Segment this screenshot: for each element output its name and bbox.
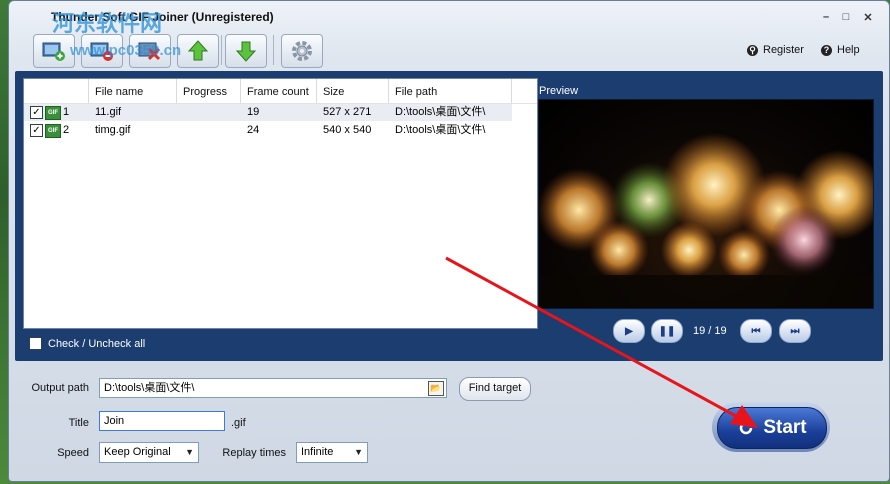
row-checkbox[interactable]: ✓ [30,124,43,137]
skip-back-icon: ⏮ [751,325,761,337]
row-index: 2 [63,124,70,136]
pause-button[interactable]: ❚❚ [651,319,683,343]
watermark-logo: 河东软件网 [6,6,162,38]
start-button[interactable]: Start [717,407,827,449]
speed-value: Keep Original [104,446,171,458]
column-header-check[interactable] [24,79,89,103]
row-size: 540 x 540 [323,124,372,136]
row-progress [177,104,241,121]
table-row[interactable]: ✓ GIF 2 timg.gif 24 540 x 540 D:\tools\桌… [24,122,512,139]
title-extension: .gif [231,417,246,429]
frame-counter: 19 / 19 [693,325,727,337]
refresh-icon [740,420,753,435]
watermark-text: 河东软件网 [52,11,163,36]
output-path-label: Output path [31,382,90,394]
move-down-icon [235,41,257,62]
move-down-button[interactable] [225,34,267,68]
toolbar-separator [221,35,222,65]
toolbar-separator [273,35,274,65]
row-file-name: 11.gif [95,106,122,118]
column-header-progress[interactable]: Progress [177,79,241,103]
chevron-down-icon: ▼ [185,447,194,457]
table-row[interactable]: ✓ GIF 1 11.gif 19 527 x 271 D:\tools\桌面\… [24,104,512,121]
replay-times-value: Infinite [301,446,334,458]
row-progress [177,122,241,139]
app-window: Thunder Soft GIF Joiner (Unregistered) –… [8,0,890,482]
row-file-path: D:\tools\桌面\文件\ [395,106,486,118]
watermark-url: www.pc0359.cn [70,42,182,59]
help-link[interactable]: ? Help [821,44,860,56]
chevron-down-icon: ▼ [354,447,363,457]
minimize-button[interactable]: – [819,11,833,23]
settings-icon [292,41,312,61]
row-file-path: D:\tools\桌面\文件\ [395,124,486,136]
speed-label: Speed [57,447,89,459]
replay-times-select[interactable]: Infinite ▼ [296,442,368,463]
row-checkbox[interactable]: ✓ [30,106,43,119]
start-label: Start [763,417,807,438]
move-up-icon [187,40,209,61]
add-gif-button[interactable] [33,34,75,68]
maximize-button[interactable]: □ [839,11,853,23]
replay-times-label: Replay times [222,447,286,459]
key-icon: ⚲ [747,44,758,56]
speed-select[interactable]: Keep Original ▼ [99,442,199,463]
file-list[interactable]: File name Progress Frame count Size File… [23,78,538,329]
row-frame-count: 24 [247,124,260,136]
move-up-button[interactable] [177,34,219,68]
skip-forward-icon: ⏭ [790,325,800,337]
column-header-file-path[interactable]: File path [389,79,512,103]
row-frame-count: 19 [247,106,260,118]
fireworks-image [539,133,873,308]
previous-frame-button[interactable]: ⏮ [740,319,772,343]
column-header-file-name[interactable]: File name [89,79,177,103]
help-icon: ? [821,44,832,56]
preview-image [538,99,874,309]
register-link[interactable]: ⚲ Register [747,44,804,56]
row-size: 527 x 271 [323,106,372,118]
file-list-header: File name Progress Frame count Size File… [24,79,537,104]
row-file-name: timg.gif [95,124,131,136]
check-all-toggle[interactable]: ✓ Check / Uncheck all [29,337,145,350]
row-index: 1 [63,106,70,118]
column-header-frame-count[interactable]: Frame count [241,79,317,103]
close-button[interactable]: ✕ [861,11,875,24]
next-frame-button[interactable]: ⏭ [779,319,811,343]
check-all-label: Check / Uncheck all [48,337,146,350]
settings-button[interactable] [281,34,323,68]
output-path-value: D:\tools\桌面\文件\ [104,382,195,394]
pause-icon: ❚❚ [658,325,676,337]
folder-icon[interactable]: 📂 [428,381,444,396]
title-label: Title [68,417,89,429]
check-all-checkbox[interactable]: ✓ [29,337,42,350]
title-input[interactable] [99,411,225,431]
play-icon: ▶ [625,325,633,337]
column-header-size[interactable]: Size [317,79,389,103]
output-path-field[interactable]: D:\tools\桌面\文件\ 📂 [99,378,447,398]
help-label: Help [837,44,860,56]
find-target-button[interactable]: Find target [459,377,531,401]
play-button[interactable]: ▶ [613,319,645,343]
preview-label: Preview [539,85,579,97]
register-label: Register [763,44,804,56]
add-gif-icon [42,42,65,61]
